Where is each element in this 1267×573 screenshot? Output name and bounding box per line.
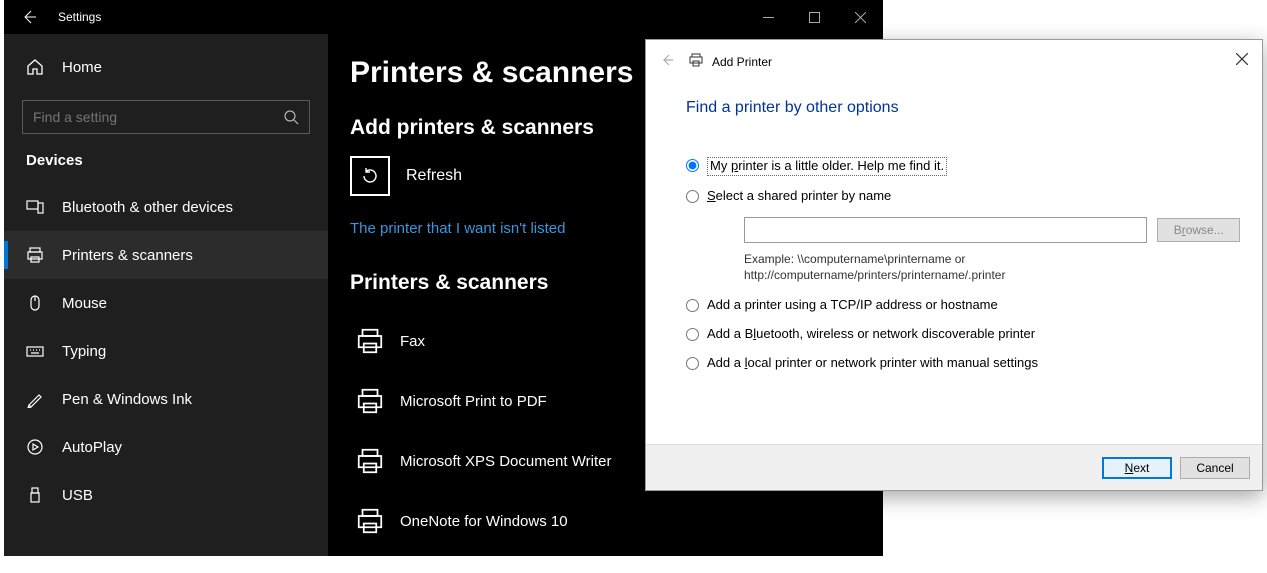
minimize-icon bbox=[763, 12, 774, 23]
radio-local[interactable] bbox=[686, 357, 699, 370]
sidebar-item-bluetooth[interactable]: Bluetooth & other devices bbox=[4, 183, 328, 231]
home-label: Home bbox=[62, 59, 102, 76]
sidebar-item-label: Typing bbox=[62, 343, 106, 360]
home-nav[interactable]: Home bbox=[4, 44, 328, 90]
sidebar-item-mouse[interactable]: Mouse bbox=[4, 279, 328, 327]
option-older[interactable]: My printer is a little older. Help me fi… bbox=[686, 157, 1240, 176]
back-button[interactable] bbox=[4, 0, 54, 34]
printer-name: Microsoft Print to PDF bbox=[400, 393, 547, 410]
printer-icon bbox=[355, 326, 385, 356]
add-printer-dialog: Add Printer Find a printer by other opti… bbox=[645, 39, 1263, 491]
category-header: Devices bbox=[4, 152, 328, 183]
dialog-header-text: Add Printer bbox=[712, 55, 772, 69]
radio-bluetooth[interactable] bbox=[686, 328, 699, 341]
window-controls bbox=[745, 0, 883, 34]
dialog-back-button[interactable] bbox=[660, 53, 674, 70]
printer-icon bbox=[688, 52, 704, 71]
refresh-box bbox=[350, 156, 390, 196]
devices-icon bbox=[26, 198, 44, 216]
option-local-label: Add a local printer or network printer w… bbox=[707, 355, 1038, 372]
option-local[interactable]: Add a local printer or network printer w… bbox=[686, 355, 1240, 372]
shared-path-input[interactable] bbox=[744, 217, 1147, 243]
browse-button: Browse... bbox=[1157, 218, 1240, 242]
option-shared-label: Select a shared printer by name bbox=[707, 188, 891, 205]
dialog-footer: Next Cancel bbox=[646, 444, 1262, 490]
printer-icon bbox=[355, 446, 385, 476]
sidebar-item-pen[interactable]: Pen & Windows Ink bbox=[4, 375, 328, 423]
mouse-icon bbox=[26, 294, 44, 312]
option-bluetooth-label: Add a Bluetooth, wireless or network dis… bbox=[707, 326, 1035, 343]
maximize-button[interactable] bbox=[791, 0, 837, 34]
arrow-left-icon bbox=[660, 53, 674, 67]
printer-item-onenote[interactable]: OneNote for Windows 10 bbox=[350, 491, 883, 551]
search-input[interactable] bbox=[33, 109, 284, 125]
printer-icon bbox=[26, 246, 44, 264]
minimize-button[interactable] bbox=[745, 0, 791, 34]
sidebar-item-autoplay[interactable]: AutoPlay bbox=[4, 423, 328, 471]
option-older-label: My printer is a little older. Help me fi… bbox=[707, 157, 947, 176]
keyboard-icon bbox=[26, 342, 44, 360]
sidebar-item-typing[interactable]: Typing bbox=[4, 327, 328, 375]
option-shared[interactable]: Select a shared printer by name bbox=[686, 188, 1240, 205]
pen-icon bbox=[26, 390, 44, 408]
sidebar: Home Devices Bluetooth & other devices P… bbox=[4, 34, 328, 556]
option-tcpip-label: Add a printer using a TCP/IP address or … bbox=[707, 297, 998, 314]
sidebar-item-usb[interactable]: USB bbox=[4, 471, 328, 519]
dialog-header: Add Printer bbox=[658, 52, 1240, 71]
sidebar-item-label: Mouse bbox=[62, 295, 107, 312]
close-icon bbox=[1236, 53, 1248, 65]
option-tcpip[interactable]: Add a printer using a TCP/IP address or … bbox=[686, 297, 1240, 314]
sidebar-item-label: Printers & scanners bbox=[62, 247, 193, 264]
sidebar-item-label: Bluetooth & other devices bbox=[62, 199, 233, 216]
maximize-icon bbox=[809, 12, 820, 23]
usb-icon bbox=[26, 486, 44, 504]
printer-name: Fax bbox=[400, 333, 425, 350]
search-icon bbox=[284, 110, 299, 125]
close-button[interactable] bbox=[837, 0, 883, 34]
autoplay-icon bbox=[26, 438, 44, 456]
home-icon bbox=[26, 58, 44, 76]
printer-icon bbox=[355, 506, 385, 536]
close-icon bbox=[855, 12, 866, 23]
search-box[interactable] bbox=[22, 100, 310, 134]
option-bluetooth[interactable]: Add a Bluetooth, wireless or network dis… bbox=[686, 326, 1240, 343]
dialog-close-button[interactable] bbox=[1236, 52, 1248, 70]
sidebar-item-label: USB bbox=[62, 487, 93, 504]
arrow-left-icon bbox=[21, 9, 37, 25]
cancel-button[interactable]: Cancel bbox=[1180, 457, 1250, 479]
dialog-title: Find a printer by other options bbox=[658, 99, 1240, 117]
window-title: Settings bbox=[54, 10, 101, 24]
printer-name: Microsoft XPS Document Writer bbox=[400, 453, 611, 470]
shared-path-row: Browse... bbox=[744, 217, 1240, 243]
sidebar-item-printers[interactable]: Printers & scanners bbox=[4, 231, 328, 279]
sidebar-item-label: Pen & Windows Ink bbox=[62, 391, 192, 408]
refresh-label: Refresh bbox=[406, 167, 462, 185]
sidebar-item-label: AutoPlay bbox=[62, 439, 122, 456]
options-group: My printer is a little older. Help me fi… bbox=[658, 157, 1240, 372]
radio-older[interactable] bbox=[686, 159, 699, 172]
next-button[interactable]: Next bbox=[1102, 457, 1172, 479]
refresh-icon bbox=[360, 166, 380, 186]
titlebar: Settings bbox=[4, 0, 883, 34]
radio-shared[interactable] bbox=[686, 190, 699, 203]
printer-icon bbox=[355, 386, 385, 416]
example-text: Example: \\computername\printername or h… bbox=[744, 251, 1240, 283]
printer-name: OneNote for Windows 10 bbox=[400, 513, 568, 530]
radio-tcpip[interactable] bbox=[686, 299, 699, 312]
